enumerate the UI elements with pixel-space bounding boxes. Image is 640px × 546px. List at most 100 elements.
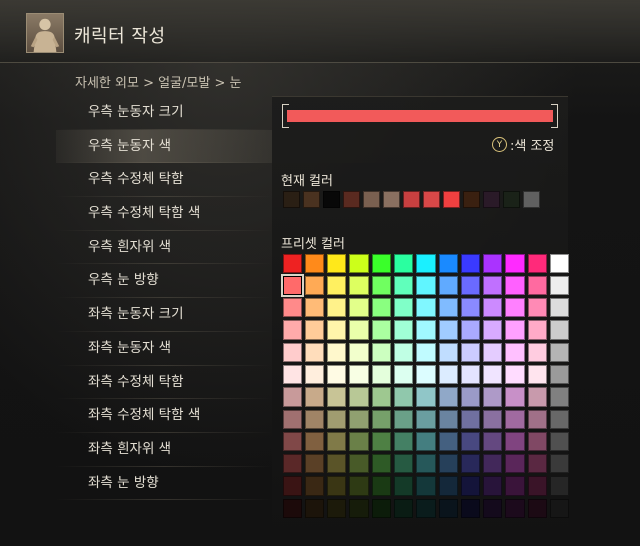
preset-color-swatch[interactable] bbox=[437, 297, 459, 319]
preset-color-swatch[interactable] bbox=[437, 363, 459, 385]
current-color-swatch[interactable] bbox=[503, 191, 520, 208]
preset-color-swatch[interactable] bbox=[303, 475, 325, 497]
menu-item[interactable]: 우측 눈동자 크기 bbox=[56, 96, 272, 130]
current-color-slider[interactable] bbox=[282, 104, 558, 128]
preset-color-swatch[interactable] bbox=[326, 386, 348, 408]
preset-color-swatch[interactable] bbox=[392, 274, 414, 296]
preset-color-swatch[interactable] bbox=[370, 497, 392, 519]
preset-color-swatch[interactable] bbox=[504, 297, 526, 319]
preset-color-swatch[interactable] bbox=[326, 319, 348, 341]
preset-color-swatch[interactable] bbox=[482, 274, 504, 296]
preset-color-swatch[interactable] bbox=[415, 497, 437, 519]
preset-color-swatch[interactable] bbox=[459, 497, 481, 519]
preset-color-swatch[interactable] bbox=[370, 386, 392, 408]
menu-item[interactable]: 우측 눈 방향 bbox=[56, 264, 272, 298]
preset-color-swatch[interactable] bbox=[326, 274, 348, 296]
preset-color-swatch[interactable] bbox=[281, 297, 303, 319]
preset-color-swatch[interactable] bbox=[526, 274, 548, 296]
preset-color-swatch[interactable] bbox=[303, 386, 325, 408]
preset-color-swatch[interactable] bbox=[326, 430, 348, 452]
preset-color-swatch[interactable] bbox=[549, 319, 571, 341]
preset-color-swatch[interactable] bbox=[303, 363, 325, 385]
preset-color-swatch[interactable] bbox=[504, 386, 526, 408]
current-color-swatch[interactable] bbox=[363, 191, 380, 208]
current-color-swatch[interactable] bbox=[443, 191, 460, 208]
preset-color-swatch[interactable] bbox=[348, 497, 370, 519]
preset-color-swatch[interactable] bbox=[303, 319, 325, 341]
preset-color-swatch[interactable] bbox=[526, 386, 548, 408]
preset-color-swatch[interactable] bbox=[482, 430, 504, 452]
preset-color-swatch[interactable] bbox=[415, 274, 437, 296]
preset-color-swatch[interactable] bbox=[526, 453, 548, 475]
preset-color-swatch[interactable] bbox=[370, 475, 392, 497]
preset-color-swatch[interactable] bbox=[370, 319, 392, 341]
preset-color-swatch[interactable] bbox=[504, 252, 526, 274]
preset-color-swatch[interactable] bbox=[303, 430, 325, 452]
menu-item[interactable]: 우측 흰자위 색 bbox=[56, 231, 272, 265]
preset-color-swatch[interactable] bbox=[370, 341, 392, 363]
preset-color-swatch[interactable] bbox=[281, 497, 303, 519]
preset-color-swatch[interactable] bbox=[392, 497, 414, 519]
preset-color-swatch[interactable] bbox=[303, 408, 325, 430]
preset-color-swatch[interactable] bbox=[303, 297, 325, 319]
preset-color-swatch[interactable] bbox=[504, 274, 526, 296]
preset-color-swatch[interactable] bbox=[526, 408, 548, 430]
preset-color-swatch[interactable] bbox=[348, 297, 370, 319]
preset-color-swatch[interactable] bbox=[392, 252, 414, 274]
preset-color-swatch[interactable] bbox=[326, 475, 348, 497]
preset-color-swatch[interactable] bbox=[326, 297, 348, 319]
current-color-swatch[interactable] bbox=[463, 191, 480, 208]
preset-color-swatch[interactable] bbox=[459, 319, 481, 341]
preset-color-swatch[interactable] bbox=[437, 386, 459, 408]
current-color-swatch[interactable] bbox=[403, 191, 420, 208]
current-color-swatch[interactable] bbox=[483, 191, 500, 208]
preset-color-swatch[interactable] bbox=[526, 252, 548, 274]
preset-color-swatch[interactable] bbox=[281, 430, 303, 452]
preset-color-swatch[interactable] bbox=[348, 408, 370, 430]
preset-color-swatch[interactable] bbox=[459, 386, 481, 408]
current-color-swatch[interactable] bbox=[423, 191, 440, 208]
preset-color-swatch[interactable] bbox=[348, 363, 370, 385]
preset-color-swatch[interactable] bbox=[281, 453, 303, 475]
color-adjust-button[interactable]: Y :색 조정 bbox=[492, 135, 554, 154]
preset-color-swatch[interactable] bbox=[549, 408, 571, 430]
preset-color-swatch[interactable] bbox=[415, 453, 437, 475]
preset-color-swatch[interactable] bbox=[303, 453, 325, 475]
menu-item[interactable]: 우측 눈동자 색 bbox=[56, 129, 272, 164]
preset-color-swatch[interactable] bbox=[281, 252, 303, 274]
menu-item[interactable]: 우측 수정체 탁함 색 bbox=[56, 197, 272, 231]
preset-color-swatch[interactable] bbox=[459, 363, 481, 385]
menu-item[interactable]: 좌측 눈 방향 bbox=[56, 467, 272, 501]
current-color-swatch[interactable] bbox=[303, 191, 320, 208]
menu-item[interactable]: 좌측 눈동자 색 bbox=[56, 332, 272, 366]
preset-color-swatch[interactable] bbox=[370, 408, 392, 430]
menu-item[interactable]: 좌측 수정체 탁함 색 bbox=[56, 399, 272, 433]
current-color-swatch[interactable] bbox=[383, 191, 400, 208]
preset-color-swatch[interactable] bbox=[415, 386, 437, 408]
preset-color-swatch[interactable] bbox=[437, 408, 459, 430]
preset-color-swatch[interactable] bbox=[392, 430, 414, 452]
preset-color-swatch[interactable] bbox=[370, 430, 392, 452]
preset-color-swatch[interactable] bbox=[504, 430, 526, 452]
preset-color-swatch[interactable] bbox=[281, 408, 303, 430]
preset-color-swatch[interactable] bbox=[437, 319, 459, 341]
preset-color-swatch[interactable] bbox=[526, 475, 548, 497]
preset-color-swatch[interactable] bbox=[504, 475, 526, 497]
preset-color-swatch[interactable] bbox=[526, 497, 548, 519]
current-color-swatch[interactable] bbox=[283, 191, 300, 208]
preset-color-swatch[interactable] bbox=[392, 341, 414, 363]
preset-color-swatch[interactable] bbox=[348, 252, 370, 274]
preset-color-swatch[interactable] bbox=[415, 475, 437, 497]
preset-color-swatch[interactable] bbox=[348, 386, 370, 408]
preset-color-swatch[interactable] bbox=[549, 386, 571, 408]
preset-color-swatch[interactable] bbox=[437, 430, 459, 452]
preset-color-swatch[interactable] bbox=[504, 341, 526, 363]
preset-color-swatch[interactable] bbox=[392, 386, 414, 408]
preset-color-swatch[interactable] bbox=[281, 319, 303, 341]
preset-color-swatch[interactable] bbox=[281, 475, 303, 497]
preset-color-swatch[interactable] bbox=[281, 363, 303, 385]
preset-color-swatch[interactable] bbox=[549, 252, 571, 274]
preset-color-swatch[interactable] bbox=[392, 453, 414, 475]
preset-color-swatch[interactable] bbox=[482, 386, 504, 408]
preset-color-swatch[interactable] bbox=[415, 252, 437, 274]
